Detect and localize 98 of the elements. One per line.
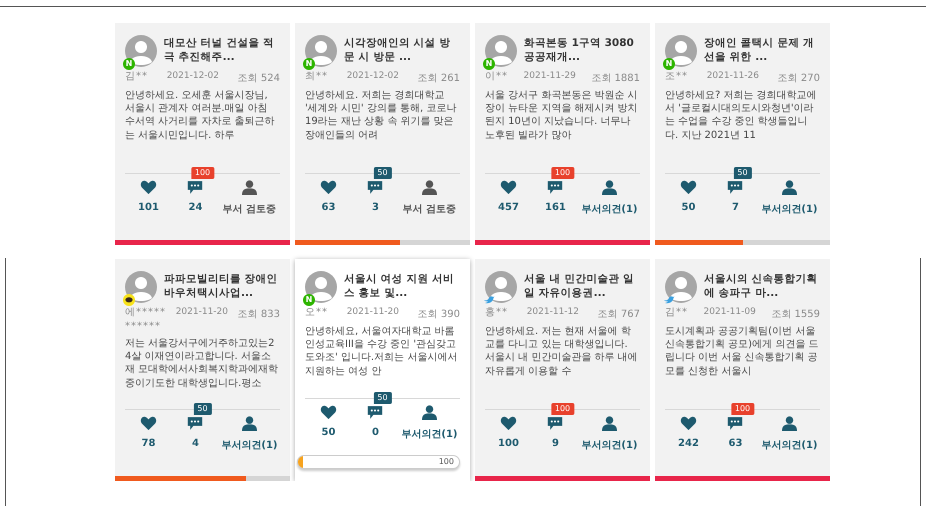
petition-card[interactable]: N 장애인 콜택시 문제 개선을 위한 ... 조** 2021-11-26 조회 270 안녕하세요? 저희는 경희대학교에서 '글로컬시대의도시와청년'이라는 수업을 수강 중인 학생들입니다. 지난 2021년 11 50 50 7 부서의견(1)	[655, 23, 830, 245]
petition-excerpt: 안녕하세요, 서울여자대학교 바롬인성교육III을 수강 중인 '관심갖고 도와조' 입니다.저희는 서울시에서 지원하는 여성 안	[305, 325, 458, 378]
view-count: 조회 270	[778, 72, 820, 85]
comment-count: 24	[188, 202, 202, 213]
view-count: 조회 261	[418, 72, 460, 85]
comment-count: 4	[192, 438, 199, 449]
petition-card[interactable]: N 서울시 여성 지원 서비스 홍보 및... 오** 2021-11-20 조회 390 안녕하세요, 서울여자대학교 바롬인성교육III을 수강 중인 '관심갖고 도와조' 입니다.저희는 서울시에서 지원하는 여성 안 50 50 0 부서의견(1) 100	[295, 259, 470, 481]
comment-count: 0	[372, 427, 379, 438]
view-count: 조회 524	[238, 72, 280, 85]
author-name: 김**	[665, 307, 688, 319]
naver-login-icon: N	[303, 294, 315, 306]
petition-title[interactable]: 장애인 콜택시 문제 개선을 위한 ...	[704, 36, 820, 64]
author-name: 홍**	[485, 307, 508, 319]
post-date: 2021-11-12	[526, 307, 580, 319]
petition-title[interactable]: 대모산 터널 건설을 적극 추진해주...	[164, 36, 280, 64]
post-date: 2021-11-09	[704, 307, 756, 319]
post-date: 2021-11-20	[346, 307, 400, 319]
post-date: 2021-11-29	[524, 71, 576, 83]
comment-count: 63	[728, 438, 742, 449]
department-status: 부서 검토중	[222, 203, 276, 216]
petition-card[interactable]: N 화곡본동 1구역 3080 공공재개... 이** 2021-11-29 조회 1881 서울 강서구 화곡본동은 박원순 시장이 뉴타운 지역을 해제시켜 방치된지 10년이 지났습니다. 너무나 노후된 빌라가 많아 100 457 161 부서의견(1)	[475, 23, 650, 245]
avatar-icon	[305, 35, 337, 67]
petition-title[interactable]: 서울 내 민간미술관 일일 자유이용권...	[524, 272, 640, 300]
author-name: 김**	[125, 71, 148, 83]
avatar-icon	[665, 271, 697, 303]
petition-excerpt: 서울 강서구 화곡본동은 박원순 시장이 뉴타운 지역을 해제시켜 방치된지 10년이 지났습니다. 너무나 노후된 빌라가 많아	[485, 89, 639, 142]
view-count: 조회 833	[238, 308, 280, 321]
goal-label: 100	[438, 456, 454, 468]
author-name: 이**	[485, 71, 508, 83]
goal-badge: 50	[193, 403, 212, 415]
petition-excerpt: 안녕하세요. 저희는 경희대학교 '세계와 시민' 강의를 통해, 코로나19라는 재난 상황 속 위기를 맞은 장애인들의 어려	[305, 89, 458, 142]
view-count: 조회 1881	[591, 72, 640, 85]
department-status: 부서의견(1)	[401, 428, 458, 441]
petition-title[interactable]: 서울시의 신속통합기획에 송파구 마...	[704, 272, 820, 300]
goal-badge: 50	[733, 167, 752, 179]
avatar-icon	[485, 271, 517, 303]
petition-title[interactable]: 화곡본동 1구역 3080 공공재개...	[524, 36, 640, 64]
like-count: 50	[322, 427, 336, 438]
like-count: 63	[322, 202, 336, 213]
naver-login-icon: N	[303, 58, 315, 70]
post-date: 2021-12-02	[346, 71, 400, 83]
naver-login-icon: N	[663, 58, 675, 70]
author-name: 에*****	[125, 307, 166, 319]
comment-count: 161	[545, 202, 566, 213]
author-name-continued: ******	[125, 321, 162, 333]
like-count: 457	[498, 202, 519, 213]
like-count: 242	[678, 438, 699, 449]
naver-login-icon: N	[483, 58, 495, 70]
like-count: 78	[142, 438, 156, 449]
comment-count: 9	[552, 438, 559, 449]
petition-title[interactable]: 시각장애인의 시설 방문 시 방문 ...	[344, 36, 460, 64]
petition-title[interactable]: 파파모빌리티를 장애인바우처택시사업...	[164, 272, 280, 300]
comment-count: 3	[372, 202, 379, 213]
avatar-icon	[665, 35, 697, 67]
bird-icon	[483, 294, 495, 306]
goal-badge: 50	[373, 167, 392, 179]
goal-badge: 100	[730, 403, 754, 415]
petition-excerpt: 안녕하세요. 저는 현재 서울에 학교를 다니고 있는 대학생입니다. 서울시 내 민간미술관을 하루 내에 자유롭게 이용할 수	[485, 325, 639, 378]
goal-badge: 100	[550, 403, 574, 415]
post-date: 2021-11-26	[706, 71, 760, 83]
bird-icon	[663, 294, 675, 306]
avatar-icon	[305, 271, 337, 303]
department-status: 부서 검토중	[402, 203, 456, 216]
department-status: 부서의견(1)	[581, 439, 638, 452]
department-status: 부서의견(1)	[581, 203, 638, 216]
petition-card[interactable]: N 대모산 터널 건설을 적극 추진해주... 김** 2021-12-02 조회 524 안녕하세요. 오세훈 서울시장님, 서울시 관계자 여러분.매일 아침 수서역 사거리를 자차로 출퇴근하는 서울시민입니다. 하루 100 101 24 부서 검토중	[115, 23, 290, 245]
petition-card[interactable]: 서울 내 민간미술관 일일 자유이용권... 홍** 2021-11-12 조회 767 안녕하세요. 저는 현재 서울에 학교를 다니고 있는 대학생입니다. 서울시 내 민간미술관을 하루 내에 자유롭게 이용할 수 100 100 9 부서의견(1)	[475, 259, 650, 481]
goal-badge: 100	[550, 167, 574, 179]
view-count: 조회 767	[598, 308, 640, 321]
like-count: 100	[498, 438, 519, 449]
petition-card[interactable]: 파파모빌리티를 장애인바우처택시사업... 에***** ****** 2021-11-20 조회 833 저는 서울강서구에거주하고있는24살 이재연이라고합니다. 서울소재 모대학에서사회복지학과에재학중이기도한 대학생입니다.평소 50 78 4 부서의견(1)	[115, 259, 290, 481]
petition-excerpt: 안녕하세요? 저희는 경희대학교에서 '글로컬시대의도시와청년'이라는 수업을 수강 중인 학생들입니다. 지난 2021년 11	[665, 89, 818, 142]
petition-excerpt: 안녕하세요. 오세훈 서울시장님, 서울시 관계자 여러분.매일 아침 수서역 사거리를 자차로 출퇴근하는 서울시민입니다. 하루	[125, 89, 276, 142]
avatar-icon	[485, 35, 517, 67]
author-name: 오**	[305, 307, 328, 319]
author-name: 최**	[305, 71, 328, 83]
petition-card[interactable]: N 시각장애인의 시설 방문 시 방문 ... 최** 2021-12-02 조회 261 안녕하세요. 저희는 경희대학교 '세계와 시민' 강의를 통해, 코로나19라는 재난 상황 속 위기를 맞은 장애인들의 어려 50 63 3 부서 검토중	[295, 23, 470, 245]
goal-badge: 100	[190, 167, 214, 179]
department-status: 부서의견(1)	[761, 439, 818, 452]
speech-bubble-icon	[123, 294, 135, 306]
post-date: 2021-12-02	[166, 71, 220, 83]
department-status: 부서의견(1)	[221, 439, 278, 452]
like-count: 101	[138, 202, 159, 213]
author-name: 조**	[665, 71, 688, 83]
avatar-icon	[125, 271, 157, 303]
petition-excerpt: 도시계획과 공공기획팀(이번 서울 신속통합기획 공모)에게 의견을 드립니다 이번 서울 신속통합기획 공모를 신청한 서울시	[665, 325, 820, 378]
view-count: 조회 1559	[771, 308, 820, 321]
view-count: 조회 390	[418, 308, 460, 321]
petition-excerpt: 저는 서울강서구에거주하고있는24살 이재연이라고합니다. 서울소재 모대학에서사회복지학과에재학중이기도한 대학생입니다.평소	[125, 337, 280, 390]
like-count: 50	[682, 202, 696, 213]
department-status: 부서의견(1)	[761, 203, 818, 216]
avatar-icon	[125, 35, 157, 67]
naver-login-icon: N	[123, 58, 135, 70]
petition-card[interactable]: 서울시의 신속통합기획에 송파구 마... 김** 2021-11-09 조회 1559 도시계획과 공공기획팀(이번 서울 신속통합기획 공모)에게 의견을 드립니다 이번 서울 신속통합기획 공모를 신청한 서울시 100 242 63 부서의견(1)	[655, 259, 830, 481]
comment-count: 7	[732, 202, 739, 213]
goal-badge: 50	[373, 392, 392, 404]
petition-title[interactable]: 서울시 여성 지원 서비스 홍보 및...	[344, 272, 460, 300]
post-date: 2021-11-20	[176, 307, 228, 319]
